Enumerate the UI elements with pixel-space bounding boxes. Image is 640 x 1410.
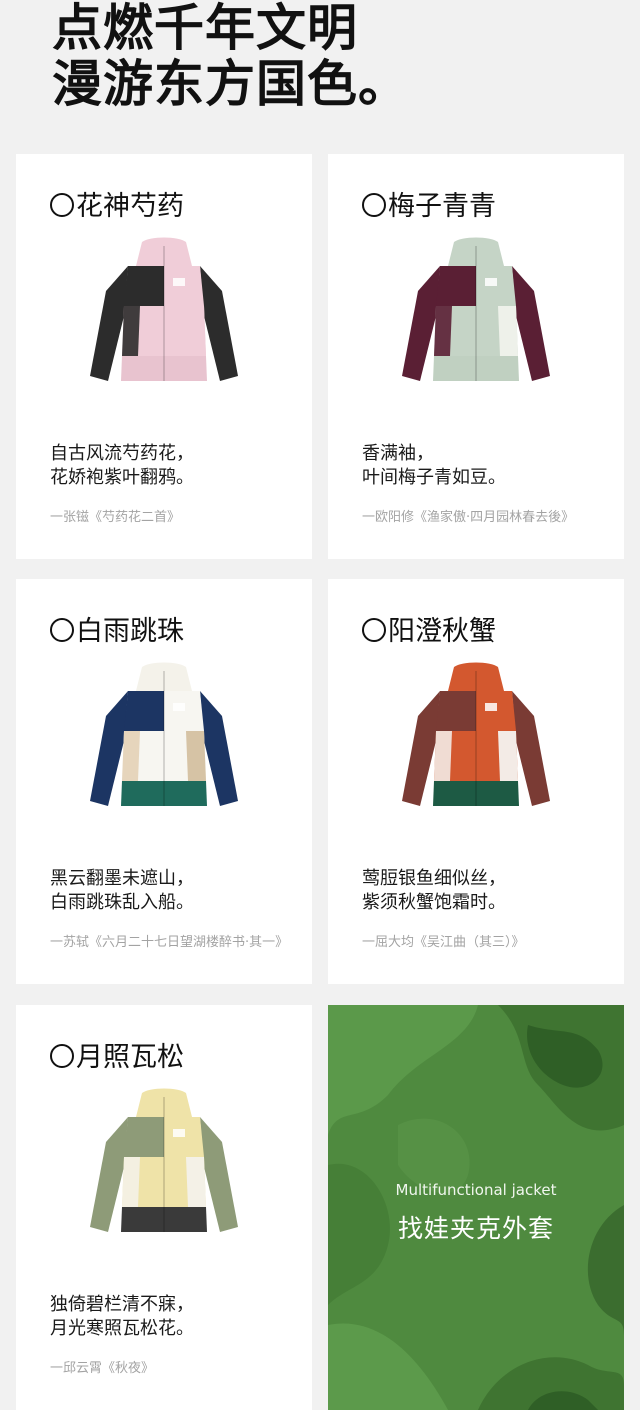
poem: 独倚碧栏清不寐， 月光寒照瓦松花。 bbox=[50, 1293, 194, 1341]
hero-heading: 点燃千年文明 漫游东方国色。 bbox=[52, 0, 409, 112]
product-card-plum[interactable]: 梅子青青 香满袖， 叶间梅子青如豆。 一欧阳修《渔家傲·四月园林春去後》 bbox=[328, 154, 624, 559]
product-card-peony[interactable]: 花神芍药 自古风流芍药花， 花娇袍紫叶翻鸦。 一张镃《芍药花二首》 bbox=[16, 154, 312, 559]
circle-icon bbox=[50, 618, 74, 642]
poem-line: 叶间梅子青如豆。 bbox=[362, 467, 506, 488]
jacket-illustration bbox=[90, 237, 238, 381]
promo-subtitle: Multifunctional jacket bbox=[395, 1181, 557, 1199]
circle-icon bbox=[50, 1044, 74, 1068]
poem-line: 黑云翻墨未遮山， bbox=[50, 868, 194, 889]
hero-line-1: 点燃千年文明 bbox=[52, 0, 358, 57]
jacket-image bbox=[80, 236, 248, 396]
poem: 香满袖， 叶间梅子青如豆。 bbox=[362, 442, 506, 490]
product-card-rain[interactable]: 白雨跳珠 黑云翻墨未遮山， 白雨跳珠乱入船。 一苏轼《六月二十七日望湖楼醉书·其… bbox=[16, 579, 312, 984]
jacket-image bbox=[392, 236, 560, 396]
poem-line: 花娇袍紫叶翻鸦。 bbox=[50, 467, 194, 488]
poem-line: 白雨跳珠乱入船。 bbox=[50, 892, 194, 913]
poem-source: 一欧阳修《渔家傲·四月园林春去後》 bbox=[362, 510, 575, 525]
poem-line: 独倚碧栏清不寐， bbox=[50, 1294, 194, 1315]
poem-line: 香满袖， bbox=[362, 443, 434, 464]
jacket-image bbox=[80, 1087, 248, 1247]
card-title: 花神芍药 bbox=[50, 190, 184, 224]
poem-line: 莺脰银鱼细似丝， bbox=[362, 868, 506, 889]
circle-icon bbox=[50, 193, 74, 217]
jacket-image bbox=[80, 661, 248, 821]
card-title: 白雨跳珠 bbox=[50, 615, 184, 649]
poem-source: 一苏轼《六月二十七日望湖楼醉书·其一》 bbox=[50, 935, 289, 950]
jacket-illustration bbox=[402, 237, 550, 381]
jacket-image bbox=[392, 661, 560, 821]
card-title: 梅子青青 bbox=[362, 190, 496, 224]
hero-line-2: 漫游东方国色。 bbox=[52, 55, 409, 113]
product-card-crab[interactable]: 阳澄秋蟹 莺脰银鱼细似丝， 紫须秋蟹饱霜时。 一屈大均《吴江曲（其三）》 bbox=[328, 579, 624, 984]
jacket-illustration bbox=[402, 662, 550, 806]
camo-background bbox=[328, 1005, 624, 1410]
poem-source: 一邱云霄《秋夜》 bbox=[50, 1361, 155, 1376]
poem-source: 一张镃《芍药花二首》 bbox=[50, 510, 181, 525]
circle-icon bbox=[362, 618, 386, 642]
promo-title: 找娃夹克外套 bbox=[397, 1214, 554, 1243]
poem-line: 自古风流芍药花， bbox=[50, 443, 194, 464]
poem-source: 一屈大均《吴江曲（其三）》 bbox=[362, 935, 525, 950]
promo-banner[interactable]: Multifunctional jacket 找娃夹克外套 bbox=[328, 1005, 624, 1410]
card-title: 阳澄秋蟹 bbox=[362, 615, 496, 649]
product-card-moon[interactable]: 月照瓦松 独倚碧栏清不寐， 月光寒照瓦松花。 一邱云霄《秋夜》 bbox=[16, 1005, 312, 1410]
poem: 黑云翻墨未遮山， 白雨跳珠乱入船。 bbox=[50, 867, 194, 915]
poem: 自古风流芍药花， 花娇袍紫叶翻鸦。 bbox=[50, 442, 194, 490]
card-title: 月照瓦松 bbox=[50, 1041, 184, 1075]
jacket-illustration bbox=[90, 662, 238, 806]
circle-icon bbox=[362, 193, 386, 217]
poem-line: 月光寒照瓦松花。 bbox=[50, 1318, 194, 1339]
poem: 莺脰银鱼细似丝， 紫须秋蟹饱霜时。 bbox=[362, 867, 506, 915]
jacket-illustration bbox=[90, 1088, 238, 1232]
poem-line: 紫须秋蟹饱霜时。 bbox=[362, 892, 506, 913]
